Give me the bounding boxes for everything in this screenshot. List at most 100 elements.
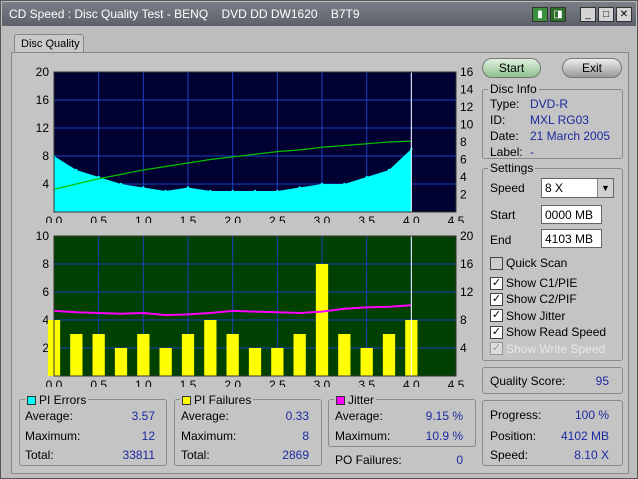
- pie-point: [186, 186, 190, 189]
- pie-point: [97, 175, 100, 179]
- pif-bar: [159, 348, 172, 376]
- x-tick-label: 2.5: [269, 214, 286, 223]
- quick-scan-checkbox[interactable]: [490, 257, 503, 270]
- pi-errors-chart: 0.0 0.5 1.0 1.5 2.0 2.5 3.0 3.5 4.0 4.5 20 16 12 8 4 16…: [36, 65, 474, 223]
- x-tick-label: 1.5: [180, 214, 197, 223]
- x-tick-label: 0.0: [46, 378, 63, 387]
- pi-errors-total-value: 33811: [122, 448, 155, 462]
- po-failures-label: PO Failures:: [335, 453, 402, 467]
- jitter-maximum-label: Maximum:: [335, 429, 391, 443]
- label-value: -: [530, 145, 534, 159]
- speed-select-value: 8 X: [545, 181, 564, 195]
- disc-info-title: Disc Info: [488, 82, 539, 96]
- speed-select[interactable]: 8 X ▼: [541, 178, 614, 198]
- pif-bar: [114, 348, 128, 376]
- pif-bar: [226, 334, 239, 376]
- mode-icon[interactable]: ▮: [532, 7, 548, 22]
- pi-errors-average-value: 3.57: [131, 409, 155, 423]
- x-tick-label: 1.5: [180, 378, 197, 387]
- pi-failures-chart: 0.0 0.5 1.0 1.5 2.0 2.5 3.0 3.5 4.0 4.51086422016…: [36, 229, 474, 387]
- id-label: ID:: [490, 113, 506, 127]
- show-c1-checkbox[interactable]: ✓: [490, 277, 503, 290]
- y2-tick-label: 8: [460, 313, 467, 327]
- x-tick-label: 0.0: [46, 214, 63, 223]
- x-tick-label: 3.0: [314, 214, 331, 223]
- pie-point: [253, 189, 257, 193]
- current-speed-label: Speed:: [490, 448, 529, 462]
- pi-failures-maximum-label: Maximum:: [181, 429, 237, 443]
- jitter-average-value: 9.15 %: [425, 409, 463, 423]
- x-tick-label: 4.5: [448, 214, 465, 223]
- jitter-title-text: Jitter: [348, 393, 375, 407]
- pi-failures-total-value: 2869: [282, 448, 309, 462]
- show-read-speed-checkbox[interactable]: ✓: [490, 326, 503, 339]
- exit-button[interactable]: Exit: [562, 58, 622, 78]
- y2-tick-label: 16: [460, 65, 474, 79]
- pif-bar: [248, 348, 262, 376]
- start-button[interactable]: Start: [482, 58, 541, 78]
- pi-failures-title: PI Failures: [180, 393, 254, 407]
- pie-point: [142, 186, 145, 189]
- pi-failures-average-value: 0.33: [285, 409, 309, 423]
- window-title: CD Speed : Disc Quality Test - BENQ DVD …: [9, 7, 360, 21]
- y-tick-label: 4: [42, 177, 49, 191]
- po-failures-value: 0: [456, 453, 463, 467]
- pi-errors-title-text: PI Errors: [39, 393, 87, 407]
- x-tick-label: 4.0: [403, 378, 420, 387]
- close-button[interactable]: ✕: [616, 7, 632, 22]
- pie-point: [343, 182, 346, 186]
- pif-bar: [360, 348, 373, 376]
- y2-tick-label: 12: [460, 285, 474, 299]
- speed-label: Speed: [490, 181, 525, 195]
- show-c2-checkbox[interactable]: ✓: [490, 293, 503, 306]
- pif-bar: [293, 334, 306, 376]
- x-tick-label: 3.5: [358, 214, 375, 223]
- pi-errors-swatch: [27, 396, 36, 405]
- x-tick-label: 1.0: [135, 378, 152, 387]
- app-window: CD Speed : Disc Quality Test - BENQ DVD …: [0, 0, 638, 479]
- x-tick-label: 2.0: [224, 378, 241, 387]
- pie-point: [164, 189, 167, 193]
- current-speed-value: 8.10 X: [574, 448, 609, 462]
- y-tick-label: 10: [36, 229, 50, 243]
- progress-label: Progress:: [490, 408, 542, 422]
- minimize-button[interactable]: _: [580, 7, 596, 22]
- chevron-down-icon[interactable]: ▼: [597, 179, 613, 197]
- y2-tick-label: 4: [460, 170, 467, 184]
- pie-point: [231, 189, 234, 193]
- show-read-speed-label: Show Read Speed: [506, 325, 607, 339]
- y-tick-label: 20: [36, 65, 50, 79]
- x-tick-label: 4.5: [448, 378, 465, 387]
- position-label: Position:: [490, 429, 537, 443]
- pif-bar: [181, 334, 195, 376]
- y2-tick-label: 16: [460, 257, 474, 271]
- pif-bar: [382, 334, 396, 376]
- y-tick-label: 6: [42, 285, 49, 299]
- show-jitter-checkbox[interactable]: ✓: [490, 309, 503, 322]
- y2-tick-label: 14: [460, 83, 474, 97]
- x-tick-label: 2.5: [269, 378, 286, 387]
- jitter-swatch: [336, 396, 345, 405]
- y2-tick-label: 4: [460, 341, 467, 355]
- jitter-maximum-value: 10.9 %: [425, 429, 463, 443]
- pif-bar: [92, 334, 105, 376]
- x-tick-label: 3.0: [314, 378, 331, 387]
- start-field[interactable]: 0000 MB: [541, 205, 602, 224]
- end-field[interactable]: 4103 MB: [541, 229, 602, 248]
- quality-score-value: 95: [595, 374, 609, 388]
- jitter-average-label: Average:: [335, 409, 383, 423]
- y-tick-label: 8: [42, 257, 49, 271]
- x-tick-label: 0.5: [90, 378, 107, 387]
- date-value: 21 March 2005: [530, 129, 611, 143]
- pi-failures-total-label: Total:: [181, 448, 210, 462]
- screenshot-icon[interactable]: ◨: [550, 7, 566, 22]
- pi-errors-title: PI Errors: [25, 393, 89, 407]
- y2-tick-label: 2: [460, 188, 467, 202]
- show-write-speed-checkbox[interactable]: ✓: [490, 342, 503, 355]
- pie-point: [75, 168, 78, 172]
- pie-point: [365, 175, 368, 179]
- show-c2-label: Show C2/PIF: [506, 292, 577, 306]
- tab-disc-quality[interactable]: Disc Quality: [14, 34, 84, 53]
- maximize-button[interactable]: □: [598, 7, 614, 22]
- label-label: Label:: [490, 145, 523, 159]
